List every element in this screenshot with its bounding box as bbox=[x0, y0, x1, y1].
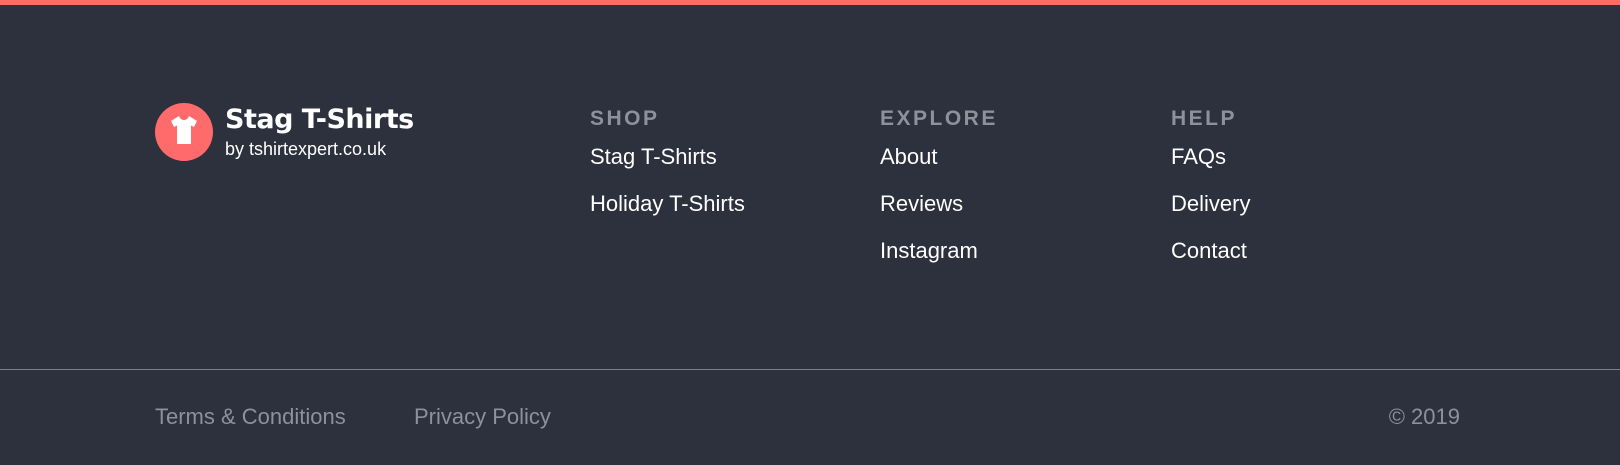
column-heading-shop: SHOP bbox=[590, 107, 660, 130]
brand-subtitle: by tshirtexpert.co.uk bbox=[225, 139, 387, 159]
link-holiday-t-shirts[interactable]: Holiday T-Shirts bbox=[590, 190, 745, 218]
footer-column-shop: SHOP Stag T-Shirts Holiday T-Shirts bbox=[590, 105, 745, 237]
terms-link[interactable]: Terms & Conditions bbox=[155, 403, 346, 431]
column-heading-help: HELP bbox=[1171, 107, 1238, 130]
logo-badge bbox=[155, 103, 213, 161]
link-delivery[interactable]: Delivery bbox=[1171, 190, 1250, 218]
column-heading-explore: EXPLORE bbox=[880, 107, 998, 130]
t-shirt-icon bbox=[170, 115, 198, 150]
footer-column-help: HELP FAQs Delivery Contact bbox=[1171, 105, 1250, 284]
copyright-text: © 2019 bbox=[1388, 404, 1460, 429]
footer-column-explore: EXPLORE About Reviews Instagram bbox=[880, 105, 998, 284]
brand-logo-link[interactable]: Stag T-Shirts by tshirtexpert.co.uk bbox=[155, 103, 414, 161]
privacy-policy-link[interactable]: Privacy Policy bbox=[414, 403, 551, 431]
link-about[interactable]: About bbox=[880, 143, 998, 171]
link-contact[interactable]: Contact bbox=[1171, 237, 1250, 265]
brand-text: Stag T-Shirts by tshirtexpert.co.uk bbox=[225, 104, 414, 160]
brand-title: Stag T-Shirts bbox=[225, 104, 414, 135]
link-reviews[interactable]: Reviews bbox=[880, 190, 998, 218]
link-faqs[interactable]: FAQs bbox=[1171, 143, 1250, 171]
link-stag-t-shirts[interactable]: Stag T-Shirts bbox=[590, 143, 745, 171]
link-instagram[interactable]: Instagram bbox=[880, 237, 998, 265]
footer-divider bbox=[0, 369, 1620, 370]
site-footer: Stag T-Shirts by tshirtexpert.co.uk SHOP… bbox=[0, 5, 1620, 465]
